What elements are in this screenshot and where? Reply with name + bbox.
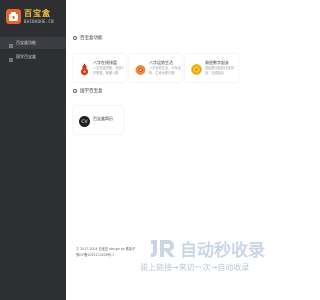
footer-icp[interactable]: 豫ICP备2025123456号-1 <box>76 253 136 259</box>
watermark-title: 自动秒收录 <box>180 241 265 261</box>
sidebar-item-label: 国学百宝盒 <box>16 54 36 59</box>
card-yijing-qigua[interactable]: 易经数字起卦 易经数字起卦在线测卦，在线起卦 <box>185 54 238 82</box>
section-title-guoxue: 国学百宝盒 <box>73 88 103 96</box>
card-description: 易经数字起卦在线测卦，在线起卦 <box>205 66 234 75</box>
dark-circle-logo-icon: CV <box>78 113 91 127</box>
footer-copyright: © 2017-2024 百宝盒 design by 樵柴子 <box>76 247 136 251</box>
card-baibaohe-resume[interactable]: CV 百宝盒简历 <box>73 106 123 134</box>
card-bazi-yunshi[interactable]: 八字运势生活 八字运势生活，今年运势，生肖运势日程 <box>129 54 182 82</box>
sidebar-item-guoxue[interactable]: 国学百宝盒 <box>0 51 66 63</box>
sidebar-item-label: 百宝盒功能 <box>16 40 36 45</box>
card-description: 八字运势生活，今年运势，生肖运势日程 <box>149 66 181 75</box>
box-logo-icon <box>6 9 21 24</box>
sidebar: 百宝盒 BAIBAOHE.CN 百宝盒功能 国学百宝盒 <box>0 0 66 300</box>
red-gourd-icon <box>78 61 91 76</box>
logo-title: 百宝盒 <box>24 9 51 18</box>
orange-fortune-icon <box>134 61 147 75</box>
gold-coin-icon <box>190 61 203 75</box>
logo-subtitle: BAIBAOHE.CN <box>24 19 54 24</box>
section-title-features: 百宝盒功能 <box>73 35 103 43</box>
list-icon <box>9 55 13 62</box>
circle-icon <box>73 35 77 40</box>
footer: © 2017-2024 百宝盒 design by 樵柴子 豫ICP备20251… <box>76 247 136 258</box>
svg-text:CV: CV <box>81 119 88 125</box>
card-bazi-paipan[interactable]: 八字在线排盘 八字在线排盘，在线八字看盘，紫微斗数 <box>73 54 126 82</box>
jr-watermark-logo-icon <box>148 236 180 260</box>
list-icon <box>9 41 13 48</box>
card-description: 八字在线排盘，在线八字看盘，紫微斗数 <box>93 66 125 75</box>
circle-icon <box>73 88 77 93</box>
sidebar-item-baibaohe-features[interactable]: 百宝盒功能 <box>0 37 66 49</box>
card-title: 百宝盒简历 <box>93 116 113 121</box>
logo[interactable]: 百宝盒 BAIBAOHE.CN <box>6 6 62 30</box>
watermark-subtitle: 骏上链接→来访一次→自动收录 <box>140 263 250 272</box>
